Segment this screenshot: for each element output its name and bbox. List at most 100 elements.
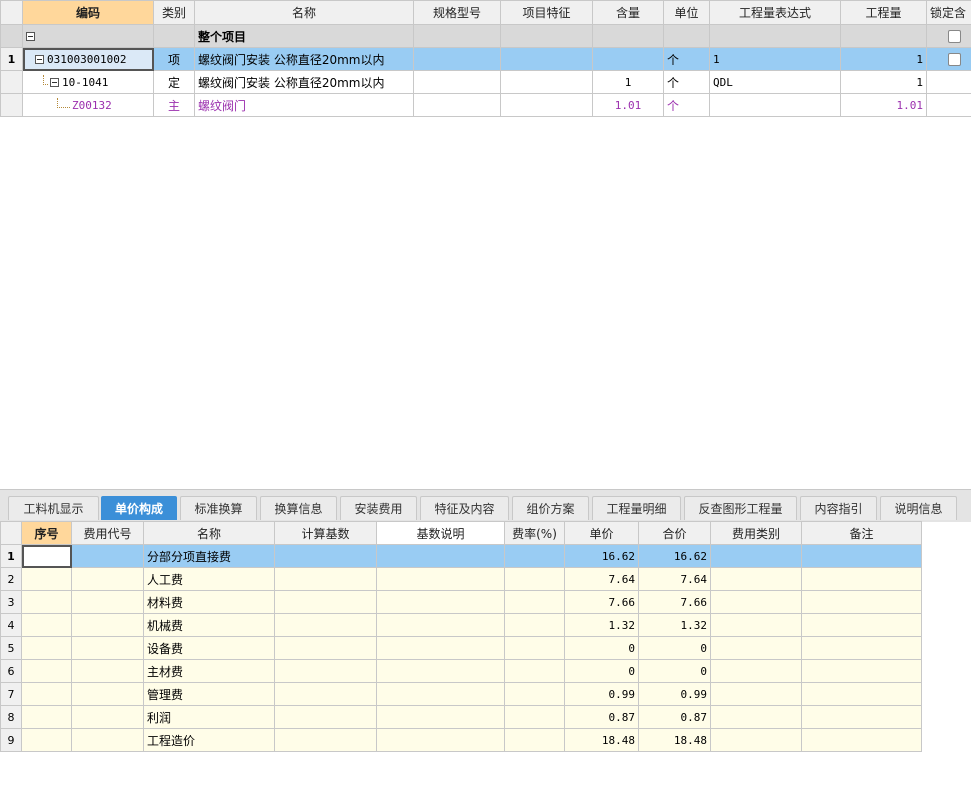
expr-cell[interactable] xyxy=(709,93,841,117)
seq-cell[interactable] xyxy=(21,728,72,752)
feature-cell[interactable] xyxy=(500,93,593,117)
checkbox-icon[interactable] xyxy=(948,53,961,66)
unit-price-cell[interactable]: 18.48 xyxy=(564,728,639,752)
table-row[interactable]: Z00132 主 螺纹阀门 1.01 个 1.01 xyxy=(0,93,971,117)
col-header-fee-code[interactable]: 费用代号 xyxy=(71,521,144,545)
unit-price-cell[interactable]: 0 xyxy=(564,636,639,660)
lock-cell[interactable] xyxy=(926,93,971,117)
unit-price-cell[interactable]: 0 xyxy=(564,659,639,683)
unit-price-cell[interactable]: 7.64 xyxy=(564,567,639,591)
base-desc-cell[interactable] xyxy=(376,705,505,729)
unit-cell[interactable]: 个 xyxy=(663,70,710,94)
total-cell[interactable]: 16.62 xyxy=(638,544,711,568)
col-header-total[interactable]: 合价 xyxy=(638,521,711,545)
type-cell[interactable]: 项 xyxy=(153,47,195,71)
remark-cell[interactable] xyxy=(801,728,922,752)
name-cell[interactable]: 材料费 xyxy=(143,590,275,614)
table-row[interactable]: 7 管理费 0.99 0.99 xyxy=(0,682,922,706)
remark-cell[interactable] xyxy=(801,613,922,637)
rate-cell[interactable] xyxy=(504,636,565,660)
total-cell[interactable]: 0 xyxy=(638,636,711,660)
fee-type-cell[interactable] xyxy=(710,682,802,706)
table-row[interactable]: 3 材料费 7.66 7.66 xyxy=(0,590,922,614)
name-cell[interactable]: 设备费 xyxy=(143,636,275,660)
content-cell[interactable]: 1 xyxy=(592,70,664,94)
calc-base-cell[interactable] xyxy=(274,613,377,637)
col-header-type[interactable]: 类别 xyxy=(153,0,195,25)
col-header-unit-price[interactable]: 单价 xyxy=(564,521,639,545)
rate-cell[interactable] xyxy=(504,567,565,591)
remark-cell[interactable] xyxy=(801,705,922,729)
table-row[interactable]: 10-1041 定 螺纹阀门安装 公称直径20mm以内 1 个 QDL 1 xyxy=(0,70,971,94)
remark-cell[interactable] xyxy=(801,544,922,568)
seq-cell[interactable] xyxy=(21,544,72,568)
tab-features-content[interactable]: 特征及内容 xyxy=(420,496,509,520)
tab-unit-price-composition[interactable]: 单价构成 xyxy=(101,496,177,520)
fee-type-cell[interactable] xyxy=(710,659,802,683)
code-cell[interactable]: 10-1041 xyxy=(22,70,154,94)
fee-type-cell[interactable] xyxy=(710,636,802,660)
col-header-code[interactable]: 编码 xyxy=(22,0,154,25)
col-header-unit[interactable]: 单位 xyxy=(663,0,710,25)
rate-cell[interactable] xyxy=(504,682,565,706)
fee-type-cell[interactable] xyxy=(710,567,802,591)
col-header-lock[interactable]: 锁定含 xyxy=(926,0,971,25)
collapse-minus-icon[interactable] xyxy=(50,78,59,87)
total-cell[interactable]: 7.66 xyxy=(638,590,711,614)
fee-code-cell[interactable] xyxy=(71,659,144,683)
name-cell[interactable]: 螺纹阀门安装 公称直径20mm以内 xyxy=(194,47,414,71)
remark-cell[interactable] xyxy=(801,682,922,706)
calc-base-cell[interactable] xyxy=(274,567,377,591)
base-desc-cell[interactable] xyxy=(376,636,505,660)
calc-base-cell[interactable] xyxy=(274,636,377,660)
table-row[interactable]: 8 利润 0.87 0.87 xyxy=(0,705,922,729)
table-row[interactable]: 6 主材费 0 0 xyxy=(0,659,922,683)
code-cell[interactable]: 031003001002 xyxy=(22,47,154,71)
type-cell[interactable]: 主 xyxy=(153,93,195,117)
col-header-seq[interactable]: 序号 xyxy=(21,521,72,545)
base-desc-cell[interactable] xyxy=(376,682,505,706)
lock-cell[interactable] xyxy=(926,47,971,71)
remark-cell[interactable] xyxy=(801,636,922,660)
fee-code-cell[interactable] xyxy=(71,728,144,752)
code-cell[interactable]: Z00132 xyxy=(22,93,154,117)
unit-cell[interactable]: 个 xyxy=(663,47,710,71)
lock-cell[interactable] xyxy=(926,24,971,48)
checkbox-icon[interactable] xyxy=(948,30,961,43)
fee-code-cell[interactable] xyxy=(71,705,144,729)
collapse-minus-icon[interactable] xyxy=(26,32,35,41)
remark-cell[interactable] xyxy=(801,590,922,614)
seq-cell[interactable] xyxy=(21,659,72,683)
col-header-spec[interactable]: 规格型号 xyxy=(413,0,501,25)
col-header-name[interactable]: 名称 xyxy=(143,521,275,545)
remark-cell[interactable] xyxy=(801,659,922,683)
total-cell[interactable]: 18.48 xyxy=(638,728,711,752)
base-desc-cell[interactable] xyxy=(376,544,505,568)
fee-type-cell[interactable] xyxy=(710,590,802,614)
fee-code-cell[interactable] xyxy=(71,613,144,637)
col-header-qty[interactable]: 工程量 xyxy=(840,0,927,25)
content-cell[interactable]: 1.01 xyxy=(592,93,664,117)
total-cell[interactable]: 0.99 xyxy=(638,682,711,706)
calc-base-cell[interactable] xyxy=(274,705,377,729)
col-header-content[interactable]: 含量 xyxy=(592,0,664,25)
lock-cell[interactable] xyxy=(926,70,971,94)
unit-price-cell[interactable]: 0.99 xyxy=(564,682,639,706)
total-cell[interactable]: 1.32 xyxy=(638,613,711,637)
calc-base-cell[interactable] xyxy=(274,544,377,568)
tab-quantity-detail[interactable]: 工程量明细 xyxy=(592,496,681,520)
tab-description[interactable]: 说明信息 xyxy=(880,496,957,520)
name-cell[interactable]: 螺纹阀门 xyxy=(194,93,414,117)
fee-type-cell[interactable] xyxy=(710,544,802,568)
tab-conversion-info[interactable]: 换算信息 xyxy=(260,496,337,520)
seq-cell[interactable] xyxy=(21,705,72,729)
tab-standard-conversion[interactable]: 标准换算 xyxy=(180,496,257,520)
name-cell[interactable]: 人工费 xyxy=(143,567,275,591)
unit-price-cell[interactable]: 0.87 xyxy=(564,705,639,729)
seq-cell[interactable] xyxy=(21,613,72,637)
type-cell[interactable]: 定 xyxy=(153,70,195,94)
col-header-name[interactable]: 名称 xyxy=(194,0,414,25)
collapse-minus-icon[interactable] xyxy=(35,55,44,64)
expr-cell[interactable]: QDL xyxy=(709,70,841,94)
table-row[interactable]: 5 设备费 0 0 xyxy=(0,636,922,660)
